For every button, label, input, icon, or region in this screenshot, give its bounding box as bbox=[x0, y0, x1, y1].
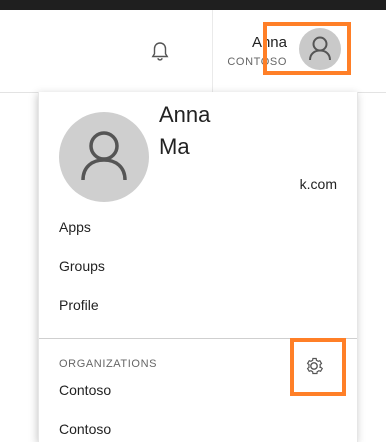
avatar[interactable] bbox=[299, 28, 341, 70]
profile-first-name: Anna bbox=[159, 102, 211, 127]
organizations-label: ORGANIZATIONS bbox=[59, 358, 158, 370]
account-dropdown-panel: Anna Ma k.com Apps Groups Profile ORGANI… bbox=[38, 92, 358, 442]
profile-avatar bbox=[59, 112, 149, 202]
person-icon bbox=[309, 36, 331, 61]
profile-email: k.com bbox=[299, 176, 337, 192]
header-user-org: CONTOSO bbox=[227, 56, 287, 68]
org-item-contoso-1[interactable]: Contoso bbox=[59, 382, 111, 398]
account-button[interactable]: Anna CONTOSO bbox=[212, 10, 386, 92]
profile-link[interactable]: Profile bbox=[59, 297, 99, 313]
groups-link[interactable]: Groups bbox=[59, 258, 105, 274]
gear-icon[interactable] bbox=[303, 355, 325, 377]
bell-icon[interactable] bbox=[148, 40, 172, 64]
profile-last-name: Ma bbox=[159, 134, 190, 159]
person-icon bbox=[81, 131, 127, 181]
apps-link[interactable]: Apps bbox=[59, 219, 91, 235]
header-user-name: Anna bbox=[251, 34, 287, 51]
top-strip bbox=[0, 0, 386, 10]
org-item-contoso-2[interactable]: Contoso bbox=[59, 421, 111, 437]
section-divider bbox=[39, 338, 357, 339]
